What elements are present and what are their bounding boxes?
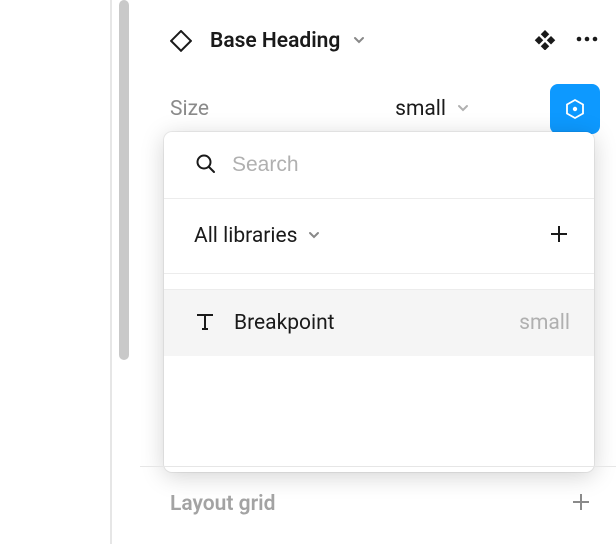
layout-grid-section: Layout grid	[140, 466, 616, 541]
libraries-filter[interactable]: All libraries	[164, 199, 594, 274]
layout-grid-label: Layout grid	[170, 492, 570, 516]
text-style-icon	[194, 310, 216, 336]
component-header: Base Heading	[140, 0, 616, 68]
section-divider	[164, 274, 594, 290]
apply-instance-button[interactable]	[550, 84, 600, 134]
component-diamond-icon	[170, 30, 192, 52]
component-title[interactable]: Base Heading	[210, 29, 340, 53]
variant-picker-popover: All libraries Breakpoint small	[164, 132, 594, 472]
plus-icon[interactable]	[548, 223, 570, 249]
more-icon[interactable]	[574, 28, 600, 54]
chevron-down-icon	[307, 227, 321, 246]
chevron-down-icon[interactable]	[352, 32, 366, 51]
inspector-panel: Base Heading Size small	[140, 0, 616, 148]
property-value[interactable]: small	[395, 97, 446, 121]
variants-icon[interactable]	[534, 28, 556, 54]
search-icon	[194, 152, 216, 178]
plus-icon[interactable]	[570, 491, 592, 517]
option-value: small	[519, 311, 570, 335]
property-label: Size	[170, 97, 395, 121]
libraries-label: All libraries	[194, 224, 297, 248]
popover-empty-space	[164, 356, 594, 472]
left-divider	[110, 0, 112, 544]
option-label: Breakpoint	[234, 311, 519, 335]
variant-option-breakpoint[interactable]: Breakpoint small	[164, 290, 594, 356]
search-row	[164, 132, 594, 199]
search-input[interactable]	[232, 153, 570, 177]
scrollbar-thumb[interactable]	[119, 0, 129, 360]
chevron-down-icon[interactable]	[456, 100, 470, 119]
